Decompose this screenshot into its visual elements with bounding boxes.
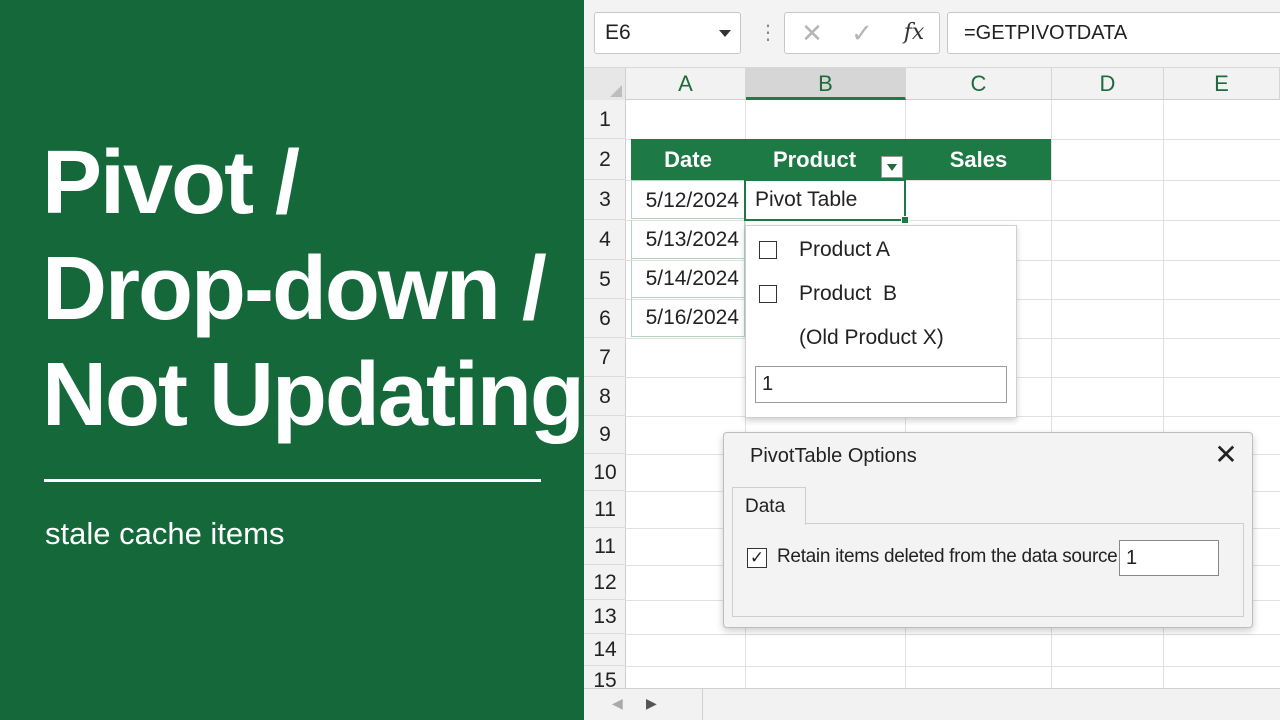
dropdown-arrow-icon xyxy=(887,164,897,171)
column-header-d[interactable]: D xyxy=(1052,68,1164,100)
formula-bar: E6 ⋮ ✕ ✓ fx =GETPIVOTDATA xyxy=(584,0,1280,68)
active-cell[interactable]: Pivot Table xyxy=(744,179,906,221)
scroll-right-icon[interactable]: ▶ xyxy=(646,695,657,712)
select-all-icon xyxy=(610,85,622,97)
pivottable-options-dialog: PivotTable Options ✕ Data ✓ Retain items… xyxy=(723,432,1253,628)
filter-item-label: (Old Product X) xyxy=(799,326,944,349)
table-cell-date[interactable]: 5/16/2024 xyxy=(631,298,745,337)
cancel-button[interactable]: ✕ xyxy=(789,13,835,53)
dialog-tab-panel: ✓ Retain items deleted from the data sou… xyxy=(732,523,1244,617)
filter-item-product-b[interactable]: Product B xyxy=(746,274,1018,314)
row-header[interactable]: 11 xyxy=(584,491,626,528)
row-header[interactable]: 1 xyxy=(584,100,626,139)
formula-buttons: ✕ ✓ fx xyxy=(784,12,940,54)
table-header-date[interactable]: Date xyxy=(631,139,745,180)
column-header-a[interactable]: A xyxy=(626,68,746,100)
row-header[interactable]: 5 xyxy=(584,260,626,299)
column-header-e[interactable]: E xyxy=(1164,68,1280,100)
column-header-b[interactable]: B xyxy=(746,68,906,100)
scroll-left-icon[interactable]: ◀ xyxy=(612,695,623,712)
filter-item-old-product[interactable]: (Old Product X) xyxy=(746,318,1018,358)
row-header[interactable]: 6 xyxy=(584,299,626,338)
divider xyxy=(702,689,703,720)
banner-subtitle: stale cache items xyxy=(45,516,285,551)
column-headers: A B C D E xyxy=(584,68,1280,100)
filter-checkbox[interactable] xyxy=(759,285,777,303)
row-header[interactable]: 2 xyxy=(584,139,626,180)
row-header[interactable]: 9 xyxy=(584,416,626,454)
column-header-c[interactable]: C xyxy=(906,68,1052,100)
sheet-tab-bar: ◀ ▶ xyxy=(584,688,1280,720)
title-banner: Pivot / Drop-down / Not Updating stale c… xyxy=(0,0,585,720)
table-header-sales[interactable]: Sales xyxy=(906,139,1051,180)
row-header[interactable]: 13 xyxy=(584,600,626,634)
row-header[interactable]: 7 xyxy=(584,338,626,377)
filter-checkbox[interactable] xyxy=(759,241,777,259)
filter-search-input[interactable]: 1 xyxy=(755,366,1007,403)
grip-dots-icon[interactable]: ⋮ xyxy=(758,22,778,44)
insert-function-button[interactable]: fx xyxy=(891,13,937,53)
banner-title-line-1: Pivot / xyxy=(42,133,300,233)
retain-items-input[interactable]: 1 xyxy=(1119,540,1219,576)
filter-dropdown-menu: Product A Product B (Old Product X) 1 xyxy=(745,225,1017,418)
filter-dropdown-button[interactable] xyxy=(881,156,903,178)
row-header[interactable]: 11 xyxy=(584,528,626,565)
table-cell-date[interactable]: 5/13/2024 xyxy=(631,220,745,259)
fill-handle[interactable] xyxy=(901,216,909,224)
name-box[interactable]: E6 xyxy=(594,12,741,54)
chevron-down-icon[interactable] xyxy=(719,30,731,37)
tab-data[interactable]: Data xyxy=(732,487,806,525)
retain-items-checkbox[interactable]: ✓ xyxy=(747,548,767,568)
spreadsheet-window: E6 ⋮ ✕ ✓ fx =GETPIVOTDATA A B C D E 1 2 … xyxy=(584,0,1280,720)
banner-title: Pivot / Drop-down / Not Updating xyxy=(42,130,585,448)
filter-item-label: Product B xyxy=(799,282,898,305)
row-header[interactable]: 4 xyxy=(584,220,626,260)
banner-title-line-2: Drop-down / xyxy=(42,239,547,339)
dialog-title: PivotTable Options xyxy=(750,445,917,467)
formula-input[interactable]: =GETPIVOTDATA xyxy=(947,12,1280,54)
table-cell-date[interactable]: 5/14/2024 xyxy=(631,259,745,298)
row-headers: 1 2 3 4 5 6 7 8 9 10 11 11 12 13 14 15 xyxy=(584,100,626,720)
banner-title-line-3: Not Updating xyxy=(42,345,585,445)
title-divider xyxy=(44,479,541,482)
row-header[interactable]: 10 xyxy=(584,454,626,491)
row-header[interactable]: 3 xyxy=(584,180,626,220)
gridline xyxy=(626,634,1280,635)
select-all-button[interactable] xyxy=(584,68,626,100)
table-cell-date[interactable]: 5/12/2024 xyxy=(631,180,745,219)
row-header[interactable]: 12 xyxy=(584,565,626,600)
gridline xyxy=(626,666,1280,667)
filter-item-label: Product A xyxy=(799,238,891,261)
enter-button[interactable]: ✓ xyxy=(839,13,885,53)
retain-items-label[interactable]: Retain items deleted from the data sourc… xyxy=(777,546,1118,568)
row-header[interactable]: 8 xyxy=(584,377,626,416)
name-box-value: E6 xyxy=(605,21,631,44)
filter-item-product-a[interactable]: Product A xyxy=(746,230,1018,270)
row-header[interactable]: 14 xyxy=(584,634,626,666)
close-icon[interactable]: ✕ xyxy=(1210,439,1242,471)
